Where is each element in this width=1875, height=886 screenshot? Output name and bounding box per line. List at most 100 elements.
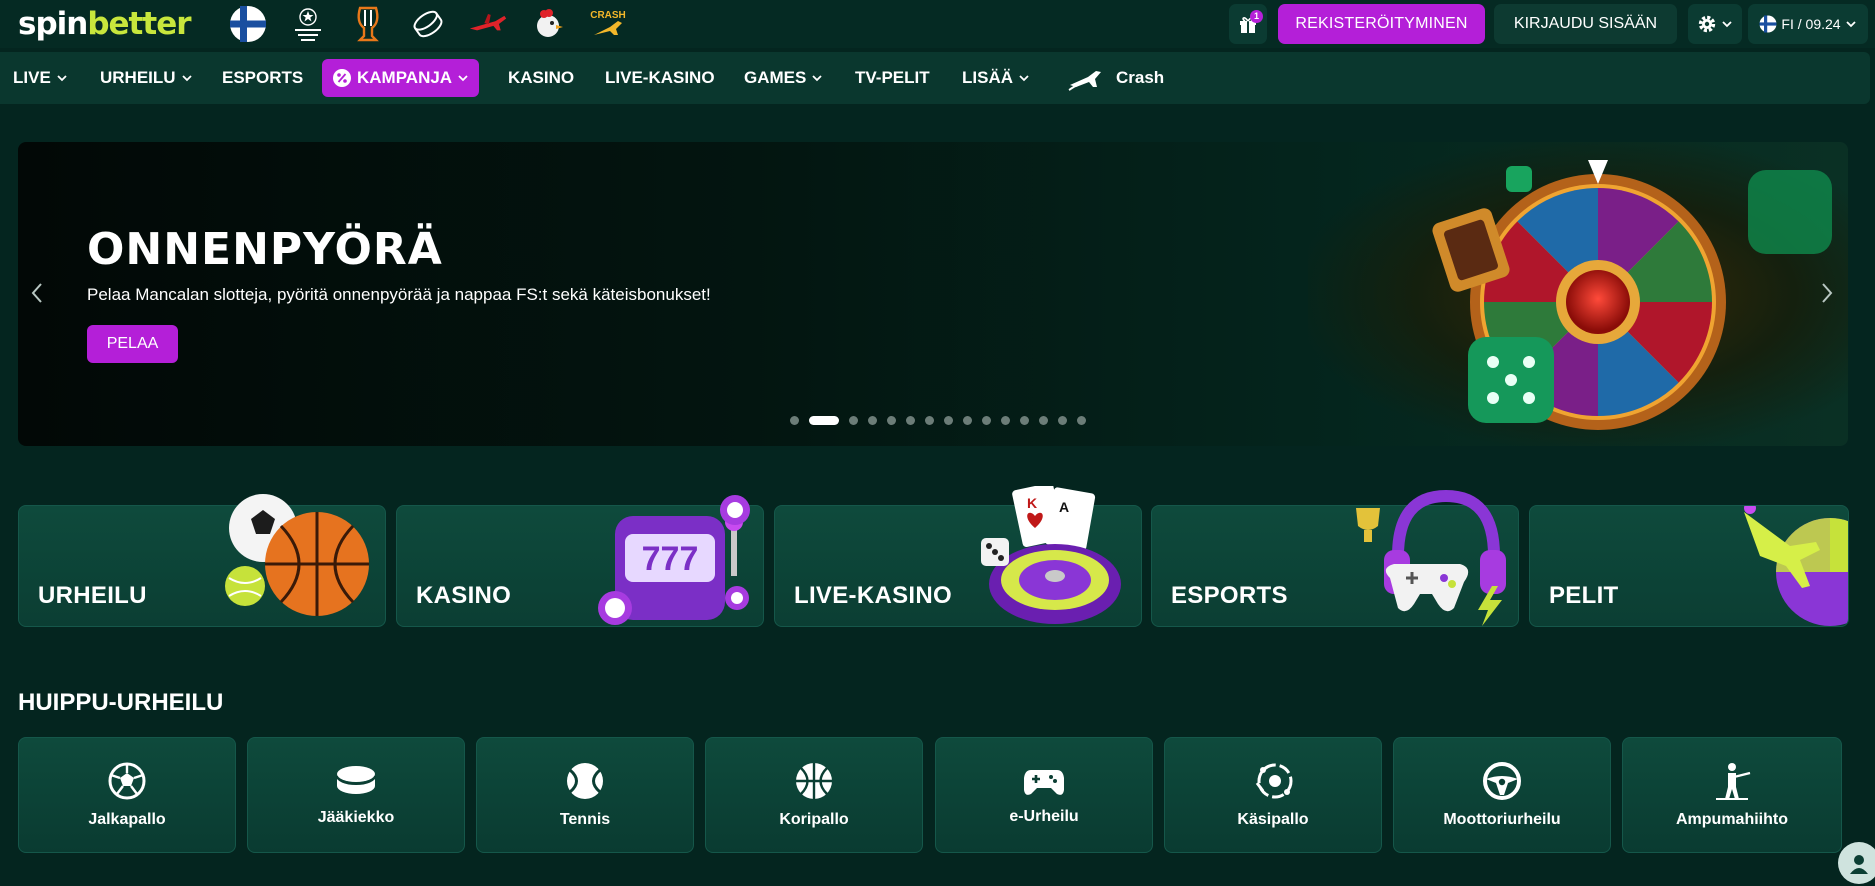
banner-dot[interactable]	[1039, 416, 1048, 425]
banner-play-button[interactable]: PELAA	[87, 325, 178, 363]
category-label: LIVE-KASINO	[794, 582, 952, 609]
aviator-plane-icon[interactable]	[468, 4, 508, 44]
nav-item-esports[interactable]: ESPORTS	[222, 59, 303, 97]
slot-machine-icon: 777	[598, 495, 750, 625]
support-chat-button[interactable]	[1838, 842, 1875, 884]
nav-item-crash[interactable]: Crash	[1068, 59, 1164, 97]
nav-item-tv-pelit[interactable]: TV-PELIT	[855, 59, 930, 97]
nav-item-label: ESPORTS	[222, 68, 304, 87]
steering-wheel-icon	[1483, 762, 1521, 800]
crash-plane-icon	[1068, 71, 1101, 91]
banner-dot[interactable]	[868, 416, 877, 425]
banner-next-arrow[interactable]	[1814, 276, 1840, 310]
banner-dot[interactable]	[944, 416, 953, 425]
category-label: URHEILU	[38, 582, 147, 609]
banner-dot[interactable]	[1020, 416, 1029, 425]
finland-flag-small-icon	[1759, 15, 1777, 33]
category-label: ESPORTS	[1171, 582, 1288, 609]
support-agent-icon	[1850, 855, 1868, 874]
crash-game-icon[interactable]: CRASH	[588, 4, 628, 44]
banner-dot[interactable]	[1058, 416, 1067, 425]
chevron-down-icon	[458, 75, 468, 82]
promo-banner[interactable]: ONNENPYÖRÄ Pelaa Mancalan slotteja, pyör…	[18, 142, 1848, 446]
language-time-selector[interactable]: FI / 09.24	[1748, 4, 1868, 44]
quick-links: CRASH	[228, 2, 628, 46]
nav-item-label: KASINO	[508, 68, 575, 87]
banner-dot[interactable]	[1001, 416, 1010, 425]
svg-text:CRASH: CRASH	[590, 10, 626, 21]
logo-text-spin: spin	[18, 6, 88, 42]
nav-item-label: URHEILU	[100, 68, 176, 87]
nav-item-label: Crash	[1116, 68, 1165, 87]
sport-tile-jalkapallo[interactable]: Jalkapallo	[18, 737, 236, 853]
spinbetter-logo[interactable]: spinbetter	[18, 6, 192, 42]
category-card-pelit[interactable]: PELIT	[1529, 505, 1849, 627]
sport-tile-moottoriurheilu[interactable]: Moottoriurheilu	[1393, 737, 1611, 853]
category-card-esports[interactable]: ESPORTS	[1151, 489, 1519, 627]
sport-tile-kasipallo[interactable]: Käsipallo	[1164, 737, 1382, 853]
sport-tile-e-urheilu[interactable]: e-Urheilu	[935, 737, 1153, 853]
handball-icon	[1255, 763, 1293, 799]
nav-item-lisaa[interactable]: LISÄÄ	[962, 59, 1030, 97]
banner-dot[interactable]	[963, 416, 972, 425]
chicken-road-icon[interactable]	[528, 4, 568, 44]
nav-item-label: KAMPANJA	[357, 68, 453, 87]
sport-label: Koripallo	[779, 811, 849, 828]
banner-dot[interactable]	[809, 416, 839, 425]
category-label: PELIT	[1549, 582, 1619, 609]
chevron-down-icon	[1722, 21, 1732, 28]
category-card-urheilu[interactable]: URHEILU	[18, 494, 386, 627]
champions-league-icon[interactable]	[288, 4, 328, 44]
nav-item-games[interactable]: GAMES	[744, 59, 823, 97]
nav-item-kasino[interactable]: KASINO	[508, 59, 574, 97]
chevron-left-icon	[31, 283, 42, 303]
banner-dot[interactable]	[925, 416, 934, 425]
banner-dot[interactable]	[849, 416, 858, 425]
fortune-wheel-illustration	[1432, 160, 1832, 430]
category-card-kasino[interactable]: 777 KASINO	[396, 495, 764, 627]
svg-text:K: K	[1027, 495, 1037, 511]
sport-tile-tennis[interactable]: Tennis	[476, 737, 694, 853]
football-icon	[108, 762, 146, 800]
ice-hockey-puck-icon[interactable]	[408, 4, 448, 44]
biathlon-icon	[1716, 763, 1751, 800]
finland-flag-icon[interactable]	[228, 4, 268, 44]
chevron-down-icon	[1019, 75, 1029, 82]
main-nav: LIVE URHEILU ESPORTS KAMPANJA KASINO LIV…	[0, 52, 1870, 104]
nav-item-live-kasino[interactable]: LIVE-KASINO	[605, 59, 715, 97]
login-button[interactable]: KIRJAUDU SISÄÄN	[1494, 4, 1677, 44]
tennis-ball-icon	[567, 763, 603, 799]
sport-tile-ampumahiihto[interactable]: Ampumahiihto	[1622, 737, 1842, 853]
chevron-right-icon	[1822, 283, 1833, 303]
sport-label: Jalkapallo	[88, 811, 166, 828]
nav-item-kampanja[interactable]: KAMPANJA	[322, 59, 480, 97]
banner-dot[interactable]	[1077, 416, 1086, 425]
nav-item-live[interactable]: LIVE	[13, 59, 68, 97]
banner-dot[interactable]	[887, 416, 896, 425]
banner-prev-arrow[interactable]	[24, 276, 50, 310]
banner-dot[interactable]	[790, 416, 799, 425]
sport-label: Käsipallo	[1237, 811, 1309, 828]
sport-tile-jaakiekko[interactable]: Jääkiekko	[247, 737, 465, 853]
sport-tile-koripallo[interactable]: Koripallo	[705, 737, 923, 853]
settings-button[interactable]	[1688, 4, 1742, 44]
nav-item-label: TV-PELIT	[855, 68, 930, 87]
category-card-live-kasino[interactable]: K A LIVE-KASINO	[774, 486, 1142, 627]
chevron-down-icon	[57, 75, 67, 82]
chevron-down-icon	[812, 75, 822, 82]
europa-league-icon[interactable]	[348, 4, 388, 44]
chevron-down-icon	[1845, 21, 1856, 28]
headset-gamepad-icon	[1356, 489, 1506, 626]
sport-label: Ampumahiihto	[1676, 811, 1788, 828]
gift-button[interactable]: 1	[1229, 4, 1267, 44]
svg-text:777: 777	[642, 540, 699, 578]
basketball-icon	[796, 763, 832, 799]
banner-dot[interactable]	[906, 416, 915, 425]
register-button[interactable]: REKISTERÖITYMINEN	[1278, 4, 1485, 44]
banner-title: ONNENPYÖRÄ	[87, 224, 443, 275]
roulette-cards-icon: K A	[981, 486, 1121, 624]
banner-dot[interactable]	[982, 416, 991, 425]
top-header: spinbetter CRASH 1 REKISTERÖITYMINEN KIR…	[0, 0, 1875, 48]
nav-item-urheilu[interactable]: URHEILU	[100, 59, 193, 97]
gear-icon	[1698, 15, 1716, 33]
